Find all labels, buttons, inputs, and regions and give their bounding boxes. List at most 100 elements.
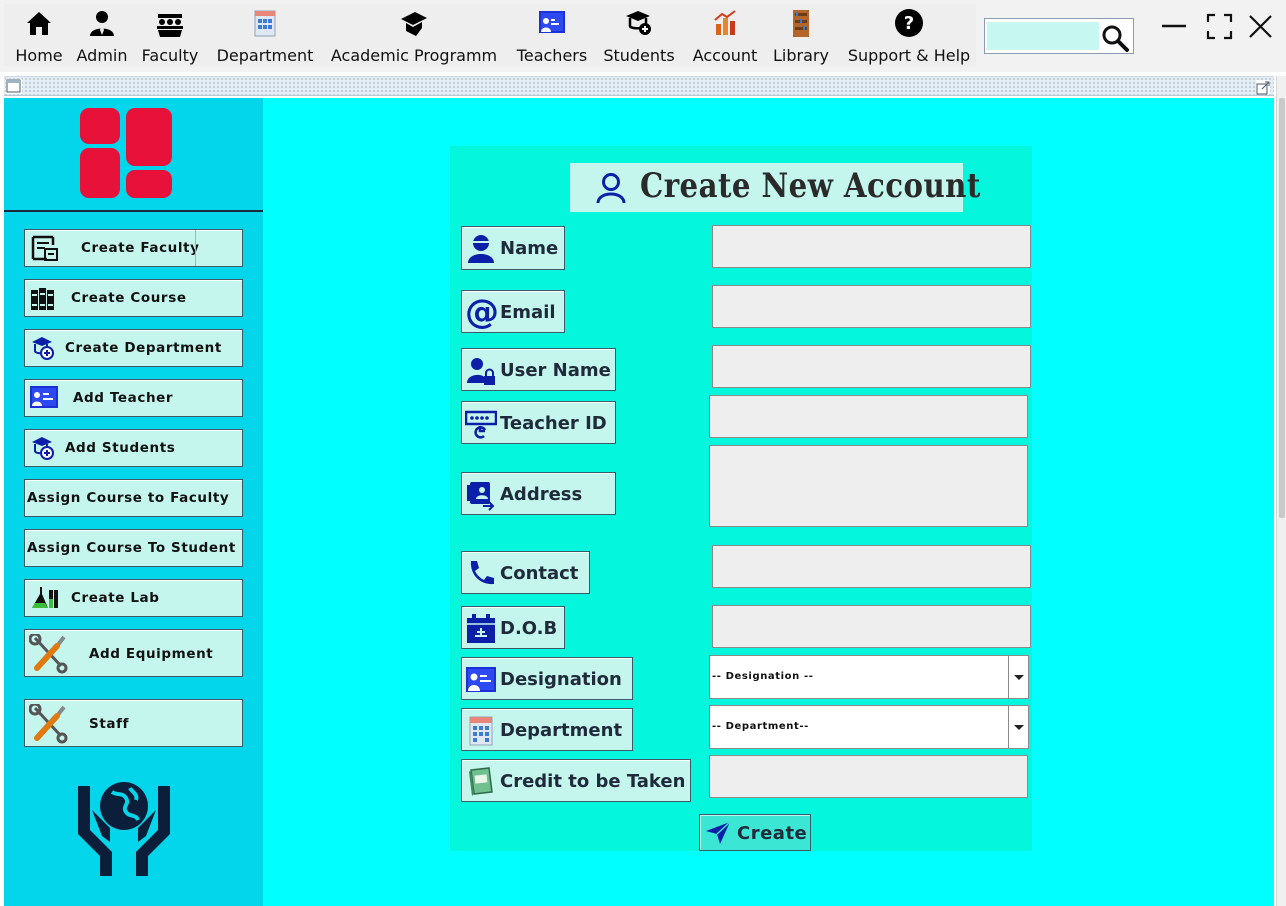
calendar-icon	[467, 614, 495, 643]
sidebar-item-create-faculty[interactable]: Create Faculty	[24, 229, 243, 267]
user-name-field[interactable]	[712, 345, 1031, 388]
dob-field[interactable]	[712, 605, 1031, 648]
sidebar-item-create-department[interactable]: Create Department	[24, 329, 243, 367]
department-dropdown-button[interactable]	[1008, 706, 1028, 748]
internal-frame-titlebar[interactable]	[4, 76, 1274, 96]
field-label-text: Contact	[500, 563, 579, 584]
email-field[interactable]	[712, 285, 1031, 328]
person-icon	[468, 235, 494, 263]
sidebar-item-create-lab[interactable]: Create Lab	[24, 579, 243, 617]
contact-field[interactable]	[712, 545, 1031, 588]
app-logo	[80, 108, 172, 198]
sidebar-item-assign-course-to-student[interactable]: Assign Course To Student	[24, 529, 243, 567]
credit-field[interactable]	[709, 755, 1028, 798]
teacher-board-icon	[539, 11, 565, 33]
user-outline-icon	[596, 173, 626, 204]
field-label-text: Department	[500, 720, 623, 741]
nav-academic-programm[interactable]: Academic Programm	[326, 6, 502, 66]
nav-faculty[interactable]: Faculty	[138, 6, 202, 66]
create-button[interactable]: Create	[699, 814, 811, 851]
nav-home-label: Home	[15, 46, 63, 65]
scrollbar-thumb[interactable]	[1279, 98, 1285, 518]
nav-department[interactable]: Department	[212, 6, 318, 66]
nav-admin-label: Admin	[76, 46, 128, 65]
department-icon	[254, 10, 276, 37]
address-book-icon	[467, 482, 495, 511]
search-box	[984, 18, 1134, 54]
nav-support-help-label: Support & Help	[847, 46, 971, 65]
sidebar-item-label: Add Equipment	[89, 646, 214, 662]
sidebar-item-label: Add Teacher	[73, 390, 174, 406]
nav-library-label: Library	[773, 46, 829, 65]
books-icon	[31, 288, 54, 310]
student-add-icon	[626, 11, 651, 35]
vertical-scrollbar[interactable]	[1276, 76, 1286, 906]
teacher-board-icon	[466, 667, 496, 692]
nav-teachers-label: Teachers	[516, 46, 588, 65]
button-separator	[195, 230, 196, 266]
teacher-id-field[interactable]	[709, 395, 1028, 438]
lab-flask-icon	[32, 587, 58, 608]
library-icon	[793, 10, 809, 37]
sidebar-item-add-students[interactable]: Add Students	[24, 429, 243, 467]
tools-icon	[29, 634, 68, 674]
sidebar-item-label: Create Lab	[71, 590, 160, 606]
department-icon	[469, 716, 493, 746]
nav-support-help[interactable]: ? Support & Help	[842, 6, 976, 66]
nav-students[interactable]: Students	[598, 6, 680, 66]
notebook-icon	[469, 767, 493, 796]
close-icon[interactable]	[1244, 10, 1278, 44]
designation-selected-value: -- Designation --	[712, 671, 814, 682]
sidebar-item-add-equipment[interactable]: Add Equipment	[24, 629, 243, 677]
field-label-text: Credit to be Taken	[500, 771, 686, 792]
nav-library[interactable]: Library	[768, 6, 834, 66]
home-icon	[27, 12, 51, 35]
address-field[interactable]	[709, 445, 1028, 527]
account-chart-icon	[714, 10, 736, 35]
nav-account-label: Account	[692, 46, 758, 65]
search-input[interactable]	[987, 22, 1099, 50]
nav-teachers[interactable]: Teachers	[512, 6, 592, 66]
user-name-label: User Name	[461, 348, 616, 391]
chevron-down-icon	[1014, 725, 1024, 730]
minimize-icon[interactable]	[1158, 10, 1192, 44]
designation-select[interactable]: -- Designation --	[709, 655, 1029, 699]
sidebar-item-label: Assign Course to Faculty	[27, 490, 230, 506]
sidebar-item-add-teacher[interactable]: Add Teacher	[24, 379, 243, 417]
dob-label: D.O.B	[461, 606, 565, 649]
field-label-text: Email	[500, 302, 556, 323]
student-add-icon	[32, 437, 54, 460]
nav-admin[interactable]: Admin	[72, 6, 132, 66]
field-label-text: Teacher ID	[500, 413, 607, 434]
department-label: Department	[461, 708, 633, 751]
graduation-cap-icon	[401, 12, 427, 36]
department-selected-value: -- Department--	[712, 721, 809, 732]
sidebar-item-assign-course-to-faculty[interactable]: Assign Course to Faculty	[24, 479, 243, 517]
nav-faculty-label: Faculty	[141, 46, 199, 65]
user-lock-icon	[467, 358, 495, 385]
sidebar-item-label: Create Course	[71, 290, 187, 306]
svg-text:@: @	[465, 295, 499, 329]
department-select[interactable]: -- Department--	[709, 705, 1029, 749]
search-icon[interactable]	[1101, 24, 1129, 52]
svg-text:?: ?	[904, 13, 914, 34]
globe-hands-icon	[78, 782, 170, 876]
email-label: @ Email	[461, 290, 565, 333]
field-label-text: Address	[500, 484, 583, 505]
top-toolbar: Home Admin Faculty Department Academic P…	[0, 0, 1286, 72]
address-label: Address	[461, 472, 616, 515]
contact-label: Contact	[461, 551, 590, 594]
nav-department-label: Department	[216, 46, 314, 65]
maximize-icon[interactable]	[1204, 10, 1238, 44]
designation-dropdown-button[interactable]	[1008, 656, 1028, 698]
name-field[interactable]	[712, 225, 1031, 268]
field-label-text: User Name	[500, 360, 611, 381]
tools-icon	[29, 704, 68, 744]
nav-home[interactable]: Home	[8, 6, 70, 66]
nav-account[interactable]: Account	[688, 6, 762, 66]
sidebar-item-staff[interactable]: Staff	[24, 699, 243, 747]
phone-icon	[470, 561, 494, 585]
popout-icon[interactable]	[1256, 80, 1270, 95]
sidebar-item-create-course[interactable]: Create Course	[24, 279, 243, 317]
sidebar-item-label: Create Faculty	[81, 240, 200, 256]
